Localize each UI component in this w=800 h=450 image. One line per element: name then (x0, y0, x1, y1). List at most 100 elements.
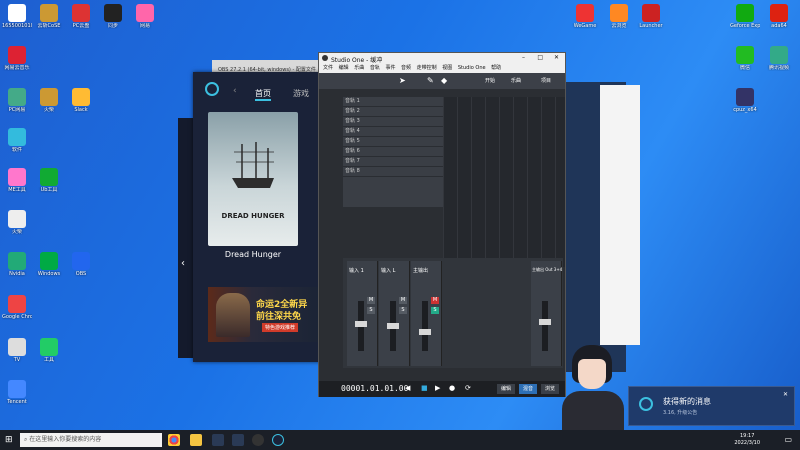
menu-item[interactable]: 视图 (442, 65, 452, 71)
mute-button[interactable]: M (367, 297, 375, 304)
notification-toast[interactable]: 获得新的消息 3.16, 升级公告 ✕ (628, 386, 795, 426)
desktop-icon[interactable]: 同步 (98, 4, 128, 29)
start-icon[interactable]: ⊞ (5, 435, 13, 445)
desktop-icon[interactable]: OBS (66, 252, 96, 277)
taskbar: ⊞ ⌕ 在这里输入你要搜索的内容 19:17 2022/3/10 ▭ (0, 430, 800, 450)
desktop-icon[interactable]: 网易 (130, 4, 160, 29)
promo-banner[interactable]: 命运2全新异 前往深共免 特色游戏推荐 (208, 287, 318, 342)
track-row[interactable]: 音轨 3 (343, 117, 443, 127)
desktop-icon[interactable]: Geforce Experience (730, 4, 760, 29)
desktop-icon[interactable]: ada64 (764, 4, 794, 29)
menu-item[interactable]: 乐曲 (354, 65, 364, 71)
menu-item[interactable]: 编辑 (339, 65, 349, 71)
desktop-icon[interactable]: ME工具 (2, 168, 32, 193)
steam-icon[interactable] (232, 434, 244, 446)
desktop-icon[interactable]: 工具 (34, 338, 64, 363)
track-row[interactable]: 音轨 2 (343, 107, 443, 117)
menu-item[interactable]: 文件 (323, 65, 333, 71)
track-row[interactable]: 音轨 1 (343, 97, 443, 107)
desktop-icon[interactable]: 火柴 (34, 88, 64, 113)
desktop-icon[interactable]: Tencent (2, 380, 32, 405)
toolbar-project[interactable]: 项目 (541, 77, 551, 84)
desktop-icon[interactable]: 软件 (2, 128, 32, 153)
solo-button[interactable]: S (399, 307, 407, 314)
mixer-channel-strip: 主输出 M S (411, 261, 442, 366)
mute-button[interactable]: M (399, 297, 407, 304)
desktop-icon[interactable]: 腾讯视频 (764, 46, 794, 71)
obs-icon[interactable] (252, 434, 264, 446)
menu-item[interactable]: 音轨 (370, 65, 380, 71)
studio-one-window: Studio One - 缓冲 – □ ✕ 文件 编辑 乐曲 音轨 事件 音频 … (318, 52, 566, 397)
desktop-icon[interactable]: Nvidia (2, 252, 32, 277)
arrow-tool-icon[interactable]: ➤ (399, 76, 406, 85)
desktop-icon[interactable]: TV (2, 338, 32, 363)
track-row[interactable]: 音轨 5 (343, 137, 443, 147)
stop-icon[interactable]: ■ (421, 384, 428, 392)
track-row[interactable]: 音轨 8 (343, 167, 443, 177)
back-arrow-icon[interactable]: ‹ (233, 86, 237, 96)
close-icon[interactable]: ✕ (783, 391, 788, 398)
tab-home[interactable]: 首页 (255, 88, 271, 101)
close-icon[interactable]: ✕ (554, 54, 559, 61)
mix-button[interactable]: 混音 (519, 384, 538, 394)
desktop-icon[interactable]: 网易云音乐 (2, 46, 32, 71)
clock-date: 2022/3/10 (734, 440, 760, 446)
volume-fader[interactable] (387, 301, 399, 351)
chrome-icon[interactable] (168, 434, 180, 446)
game-card[interactable]: DREAD HUNGER (208, 112, 298, 246)
game-art-title: DREAD HUNGER (221, 212, 285, 220)
toolbar-song[interactable]: 乐曲 (511, 77, 521, 84)
volume-fader[interactable] (539, 301, 551, 351)
tab-games[interactable]: 游戏 (293, 88, 309, 99)
maximize-icon[interactable]: □ (537, 54, 543, 61)
desktop-icon[interactable]: PC网易 (2, 88, 32, 113)
desktop-icon[interactable]: Ub工具 (34, 168, 64, 193)
eraser-tool-icon[interactable]: ◆ (441, 76, 447, 85)
desktop-icon[interactable]: 火柴 (2, 210, 32, 235)
menu-item[interactable]: Studio One (458, 65, 486, 71)
volume-fader[interactable] (419, 301, 431, 351)
volume-fader[interactable] (355, 301, 367, 351)
track-row[interactable]: 音轨 4 (343, 127, 443, 137)
menu-item[interactable]: 事件 (385, 65, 395, 71)
track-row[interactable]: 音轨 6 (343, 147, 443, 157)
desktop-icon[interactable]: 1655001010 (2, 4, 32, 29)
mute-button[interactable]: M (431, 297, 439, 304)
desktop-icon[interactable]: Slack (66, 88, 96, 113)
notification-center-icon[interactable]: ▭ (784, 435, 792, 444)
arrange-view[interactable] (443, 97, 565, 267)
game-name[interactable]: Dread Hunger (208, 250, 298, 259)
desktop-icon[interactable]: 云斩CoSE (34, 4, 64, 29)
solo-button[interactable]: S (367, 307, 375, 314)
taskbar-clock[interactable]: 19:17 2022/3/10 (734, 433, 760, 447)
menu-item[interactable]: 音频 (401, 65, 411, 71)
minimize-icon[interactable]: – (522, 54, 525, 61)
edit-button[interactable]: 编辑 (497, 384, 516, 394)
chevron-left-icon[interactable]: ‹ (181, 258, 185, 269)
desktop-icon[interactable]: 微信 (730, 46, 760, 71)
loop-icon[interactable]: ⟳ (465, 384, 471, 392)
desktop-icon[interactable]: Google Chrome (2, 295, 32, 320)
record-icon[interactable]: ● (449, 384, 455, 392)
desktop-icon[interactable]: 云浏览 (604, 4, 634, 29)
menu-item[interactable]: 帮助 (491, 65, 501, 71)
menu-item[interactable]: 走带控制 (417, 65, 437, 71)
desktop-icon[interactable]: WeGame (570, 4, 600, 29)
time-display: 00001.01.01.00 (341, 384, 409, 393)
desktop-icon[interactable]: Launcher (636, 4, 666, 29)
desktop-icon[interactable]: PC云盘 (66, 4, 96, 29)
launcher-icon[interactable] (272, 434, 284, 446)
steam-icon[interactable] (212, 434, 224, 446)
launcher-logo-icon (205, 82, 219, 96)
browse-button[interactable]: 浏览 (541, 384, 560, 394)
taskbar-search-input[interactable]: ⌕ 在这里输入你要搜索的内容 (20, 433, 162, 447)
desktop-icon[interactable]: cpuz_x64 (730, 88, 760, 113)
rewind-icon[interactable]: ◀ (405, 384, 410, 392)
toolbar-start[interactable]: 开始 (485, 77, 495, 84)
play-icon[interactable]: ▶ (435, 384, 440, 392)
desktop-icon[interactable]: Windows (34, 252, 64, 277)
pencil-tool-icon[interactable]: ✎ (427, 76, 434, 85)
explorer-icon[interactable] (190, 434, 202, 446)
track-row[interactable]: 音轨 7 (343, 157, 443, 167)
solo-button[interactable]: S (431, 307, 439, 314)
